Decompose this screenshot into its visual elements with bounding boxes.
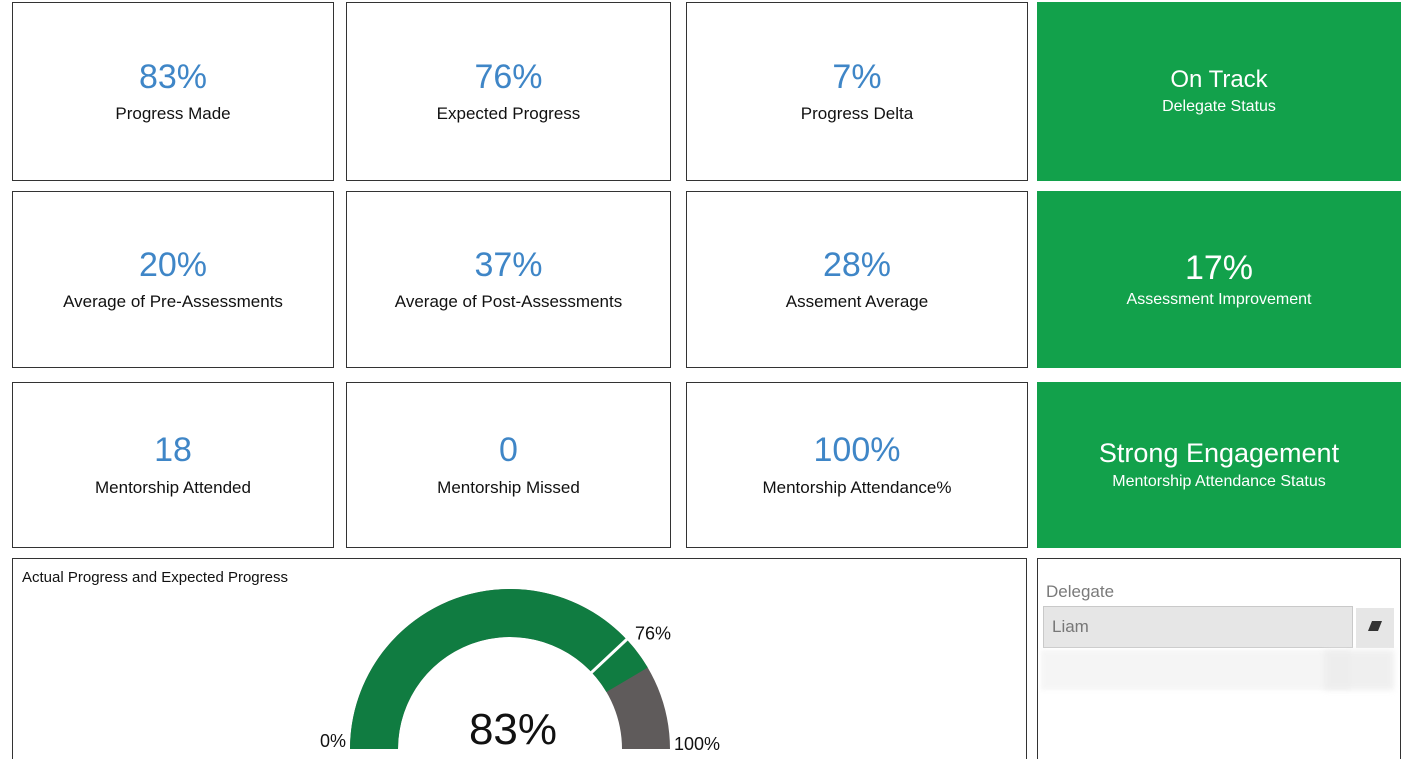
blurred-dropdown-ghost	[1041, 650, 1351, 690]
kpi-label: Average of Post-Assessments	[394, 292, 623, 312]
kpi-card-avg-post-assessments[interactable]: 37% Average of Post-Assessments	[346, 191, 671, 368]
kpi-card-mentorship-missed[interactable]: 0 Mentorship Missed	[346, 382, 671, 548]
gauge-center-label: 83%	[469, 705, 557, 754]
kpi-card-progress-delta[interactable]: 7% Progress Delta	[686, 2, 1028, 181]
kpi-card-avg-pre-assessments[interactable]: 20% Average of Pre-Assessments	[12, 191, 334, 368]
kpi-card-mentorship-attended[interactable]: 18 Mentorship Attended	[12, 382, 334, 548]
gauge-chart: 83% 0% 100% 76%	[320, 589, 720, 754]
gauge-min-label: 0%	[320, 731, 346, 751]
kpi-value: 0	[499, 431, 518, 470]
blurred-clear-ghost	[1324, 650, 1394, 690]
delegate-selected-value: Liam	[1052, 617, 1089, 636]
status-label: Delegate Status	[1162, 97, 1276, 115]
kpi-value: 83%	[138, 57, 208, 96]
kpi-label: Expected Progress	[436, 104, 581, 124]
kpi-label: Average of Pre-Assessments	[63, 292, 283, 312]
kpi-card-progress-made[interactable]: 83% Progress Made	[12, 2, 334, 181]
kpi-label: Progress Delta	[800, 104, 914, 124]
kpi-card-assessment-average[interactable]: 28% Assement Average	[686, 191, 1028, 368]
status-label: Assessment Improvement	[1126, 291, 1312, 309]
gauge-target-label: 76%	[635, 623, 671, 643]
kpi-card-expected-progress[interactable]: 76% Expected Progress	[346, 2, 671, 181]
kpi-label: Progress Made	[115, 104, 231, 124]
kpi-value: 18	[154, 431, 192, 470]
kpi-card-mentorship-attendance[interactable]: 100% Mentorship Attendance%	[686, 382, 1028, 548]
kpi-value: 28%	[822, 245, 892, 284]
delegate-slicer: Delegate Liam	[1037, 558, 1401, 759]
status-card-delegate-status[interactable]: On Track Delegate Status	[1037, 2, 1401, 181]
status-card-mentorship-attendance-status[interactable]: Strong Engagement Mentorship Attendance …	[1037, 382, 1401, 548]
status-label: Mentorship Attendance Status	[1112, 472, 1326, 490]
status-value: Strong Engagement	[1098, 438, 1340, 469]
kpi-value: 20%	[138, 245, 208, 284]
gauge-visual[interactable]: Actual Progress and Expected Progress 83…	[12, 558, 1027, 759]
slicer-label: Delegate	[1046, 582, 1115, 601]
kpi-label: Mentorship Missed	[437, 477, 580, 497]
kpi-value: 100%	[813, 431, 901, 470]
clear-selection-button[interactable]	[1356, 608, 1394, 648]
eraser-icon	[1367, 619, 1383, 637]
kpi-label: Mentorship Attended	[95, 477, 251, 497]
status-value: On Track	[1170, 66, 1268, 94]
status-card-assessment-improvement[interactable]: 17% Assessment Improvement	[1037, 191, 1401, 368]
status-value: 17%	[1184, 248, 1254, 287]
kpi-value: 7%	[832, 57, 882, 96]
delegate-dropdown[interactable]: Liam	[1043, 606, 1353, 648]
kpi-value: 76%	[474, 57, 543, 96]
kpi-value: 37%	[474, 245, 543, 284]
kpi-label: Assement Average	[785, 292, 929, 312]
kpi-label: Mentorship Attendance%	[762, 477, 952, 497]
gauge-max-label: 100%	[674, 734, 720, 754]
